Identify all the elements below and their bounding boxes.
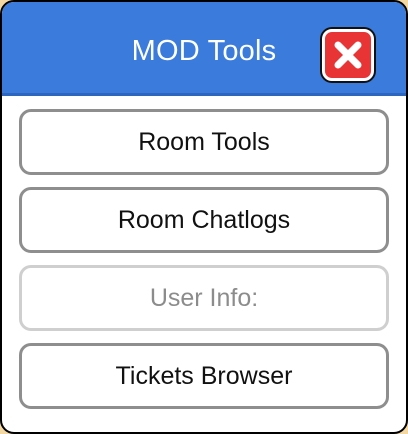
- title-bar[interactable]: MOD Tools: [2, 2, 406, 96]
- tickets-browser-button[interactable]: Tickets Browser: [19, 343, 389, 409]
- mod-tools-menu: Room Tools Room Chatlogs User Info: Tick…: [19, 109, 389, 409]
- room-chatlogs-button[interactable]: Room Chatlogs: [19, 187, 389, 253]
- mod-tools-window: MOD Tools Room Tools Room Chatlogs User …: [0, 0, 408, 434]
- user-info-button: User Info:: [19, 265, 389, 331]
- close-icon: [322, 29, 374, 81]
- room-tools-button[interactable]: Room Tools: [19, 109, 389, 175]
- close-button[interactable]: [320, 27, 376, 83]
